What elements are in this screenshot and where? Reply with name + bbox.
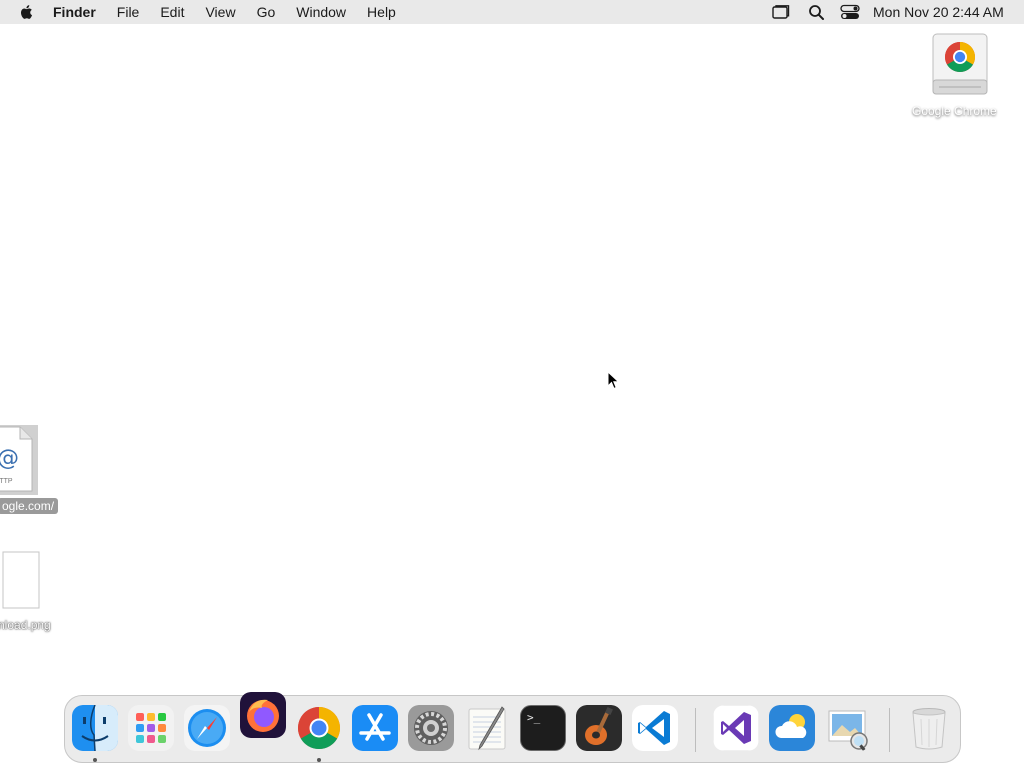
firefox-icon[interactable] [240,692,286,738]
launchpad-icon[interactable] [128,705,174,751]
menu-file[interactable]: File [117,0,140,24]
textedit-icon[interactable] [464,705,510,751]
chrome-disk-image-label[interactable]: Google Chrome [912,104,997,118]
menu-bar: Finder File Edit View Go Window Help Mon… [0,0,1024,24]
png-file-icon[interactable] [2,551,40,609]
chrome-running-indicator [317,758,321,762]
finder-icon[interactable] [72,705,118,751]
safari-icon[interactable] [184,705,230,751]
png-file-label[interactable]: nload.png [0,618,51,632]
menu-go[interactable]: Go [257,0,276,24]
weather-icon[interactable] [769,705,815,751]
mouse-pointer-icon [607,371,620,390]
control-center-icon[interactable] [840,4,860,20]
svg-text:TTP: TTP [0,478,13,485]
menu-window[interactable]: Window [296,0,346,24]
menu-view[interactable]: View [205,0,235,24]
app-store-icon[interactable] [352,705,398,751]
chrome-disk-image-icon[interactable] [925,32,995,100]
spotlight-search-icon[interactable] [808,4,826,20]
menu-finder[interactable]: Finder [53,0,96,24]
menu-edit[interactable]: Edit [160,0,184,24]
dock-separator [695,708,696,752]
dock-separator-trash [889,708,890,752]
webloc-file-icon[interactable]: @ TTP [0,425,38,495]
apple-icon[interactable] [18,3,36,21]
system-settings-icon[interactable] [408,705,454,751]
chrome-icon[interactable] [296,705,342,751]
webloc-file-label[interactable]: ogle.com/ [0,498,59,514]
svg-text:@: @ [0,446,19,471]
vscode-icon[interactable] [632,705,678,751]
finder-running-indicator [93,758,97,762]
menu-help[interactable]: Help [367,0,396,24]
menu-bar-clock[interactable]: Mon Nov 20 2:44 AM [873,0,1004,24]
trash-icon[interactable] [906,705,952,751]
window-mirroring-icon[interactable] [772,4,790,20]
terminal-prompt-glyph: >_ [527,711,541,724]
terminal-icon[interactable]: >_ [520,705,566,751]
garageband-icon[interactable] [576,705,622,751]
visual-studio-icon[interactable] [713,705,759,751]
preview-icon[interactable] [825,705,871,751]
